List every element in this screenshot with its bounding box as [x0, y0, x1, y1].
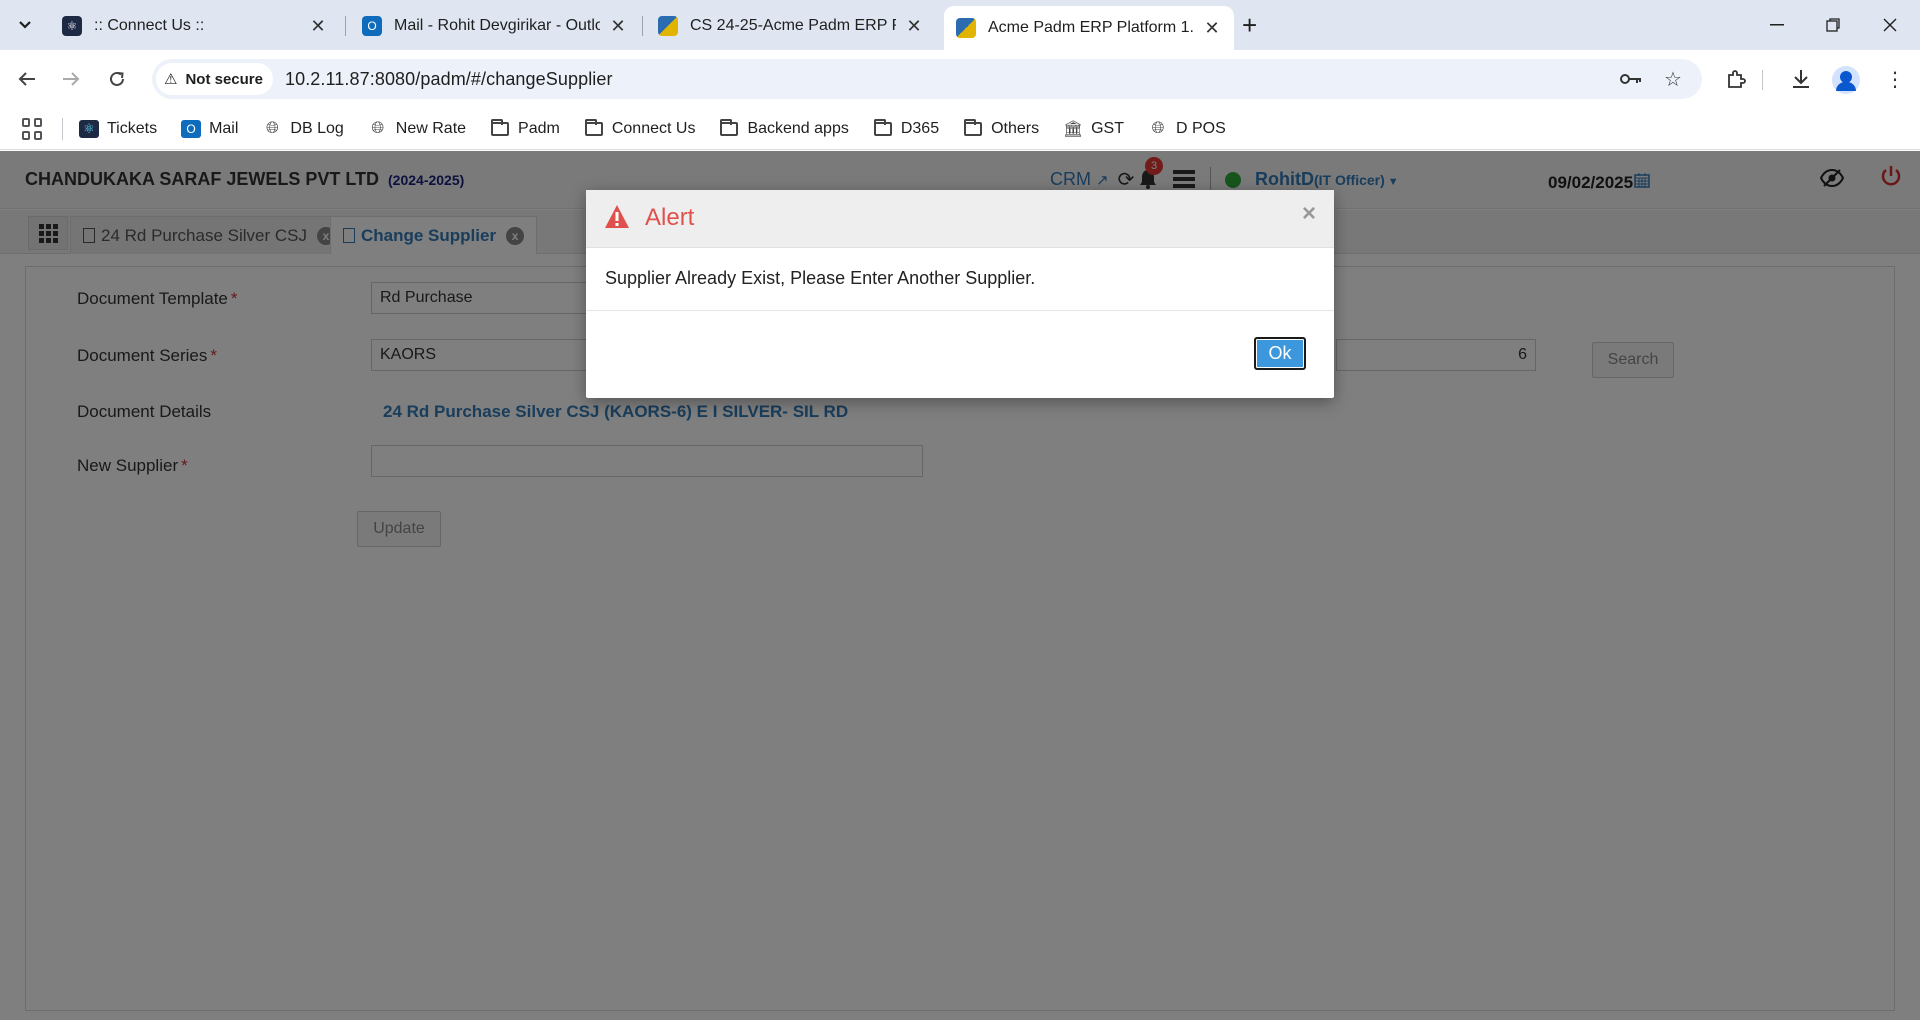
erp-icon [658, 16, 678, 36]
tab-separator [642, 16, 643, 36]
globe-icon: 🌐︎ [371, 119, 385, 137]
folder-icon [873, 118, 893, 138]
browser-tab-strip: ⚛ :: Connect Us :: ✕ O Mail - Rohit Devg… [0, 0, 1920, 50]
browser-tab-mail[interactable]: O Mail - Rohit Devgirikar - Outloo ✕ [350, 8, 640, 44]
bookmark-folder-connect-us[interactable]: Connect Us [584, 118, 695, 138]
bookmark-folder-padm[interactable]: Padm [490, 118, 560, 138]
apps-grid-icon[interactable] [22, 117, 44, 140]
folder-icon [719, 118, 739, 138]
close-tab-icon[interactable]: ✕ [608, 16, 628, 36]
ok-button[interactable]: Ok [1254, 337, 1306, 370]
alert-triangle-icon [605, 205, 629, 228]
reload-icon[interactable] [102, 64, 132, 94]
url-text[interactable]: 10.2.11.87:8080/padm/#/changeSupplier [285, 69, 613, 90]
bookmark-gst[interactable]: 🏛︎ GST [1063, 120, 1124, 138]
globe-icon: 🌐︎ [266, 119, 279, 137]
folder-icon [963, 118, 983, 138]
new-tab-button[interactable]: + [1242, 12, 1257, 38]
alert-title: Alert [645, 204, 695, 231]
react-icon: ⚛ [62, 16, 82, 36]
alert-dialog: Alert × Supplier Already Exist, Please E… [586, 190, 1334, 398]
browser-toolbar: ⚠ Not secure 10.2.11.87:8080/padm/#/chan… [0, 50, 1920, 108]
close-icon[interactable]: × [1302, 200, 1316, 228]
close-tab-icon[interactable]: ✕ [904, 16, 924, 36]
extensions-puzzle-icon[interactable] [1721, 64, 1751, 94]
folder-icon [584, 118, 604, 138]
toolbar-divider [1762, 70, 1763, 90]
bookmarks-bar: ⚛ Tickets O Mail 🌐︎ DB Log 🌐︎ New Rate P… [0, 108, 1920, 150]
close-tab-icon[interactable]: ✕ [308, 16, 328, 36]
address-bar[interactable]: ⚠ Not secure 10.2.11.87:8080/padm/#/chan… [152, 59, 1702, 99]
forward-arrow-icon[interactable] [56, 64, 86, 94]
bookmark-folder-d365[interactable]: D365 [873, 118, 939, 138]
profile-avatar-icon[interactable] [1832, 66, 1860, 94]
bookmark-tickets[interactable]: ⚛ Tickets [79, 119, 157, 138]
minimize-icon[interactable] [1754, 10, 1800, 40]
browser-menu-icon[interactable]: ⋮ [1880, 64, 1910, 94]
bookmark-db-log[interactable]: 🌐︎ DB Log [262, 119, 344, 138]
close-window-icon[interactable] [1867, 10, 1913, 40]
security-chip[interactable]: ⚠ Not secure [156, 63, 273, 95]
erp-icon [956, 18, 976, 38]
close-tab-icon[interactable]: ✕ [1202, 18, 1222, 38]
bookmark-star-icon[interactable]: ☆ [1660, 67, 1686, 91]
warning-triangle-icon: ⚠ [164, 71, 178, 88]
emblem-icon: 🏛︎ [1062, 120, 1084, 138]
bookmark-new-rate[interactable]: 🌐︎ New Rate [368, 120, 466, 138]
password-key-icon[interactable] [1618, 67, 1644, 91]
globe-icon: 🌐︎ [1151, 119, 1165, 137]
bookmark-folder-others[interactable]: Others [963, 118, 1039, 138]
folder-icon [490, 118, 510, 138]
react-icon: ⚛ [79, 119, 99, 138]
bookmark-folder-backend-apps[interactable]: Backend apps [719, 118, 849, 138]
browser-tab-connect-us[interactable]: ⚛ :: Connect Us :: ✕ [50, 8, 340, 44]
browser-tab-cs-erp[interactable]: CS 24-25-Acme Padm ERP Platf ✕ [646, 8, 936, 44]
download-icon[interactable] [1786, 64, 1816, 94]
alert-dialog-header: Alert × [586, 190, 1334, 248]
restore-icon[interactable] [1810, 10, 1856, 40]
alert-message: Supplier Already Exist, Please Enter Ano… [586, 248, 1334, 311]
back-arrow-icon[interactable] [12, 64, 42, 94]
bookmark-d-pos[interactable]: 🌐︎ D POS [1148, 120, 1226, 138]
bookmark-mail[interactable]: O Mail [181, 119, 238, 138]
browser-tab-acme-erp[interactable]: Acme Padm ERP Platform 1.00 2 ✕ [944, 6, 1234, 50]
outlook-icon: O [181, 119, 202, 138]
outlook-icon: O [362, 16, 382, 36]
bookmarks-divider [62, 117, 63, 140]
tab-search-chevron-icon[interactable] [8, 10, 42, 40]
tab-separator [345, 16, 346, 36]
